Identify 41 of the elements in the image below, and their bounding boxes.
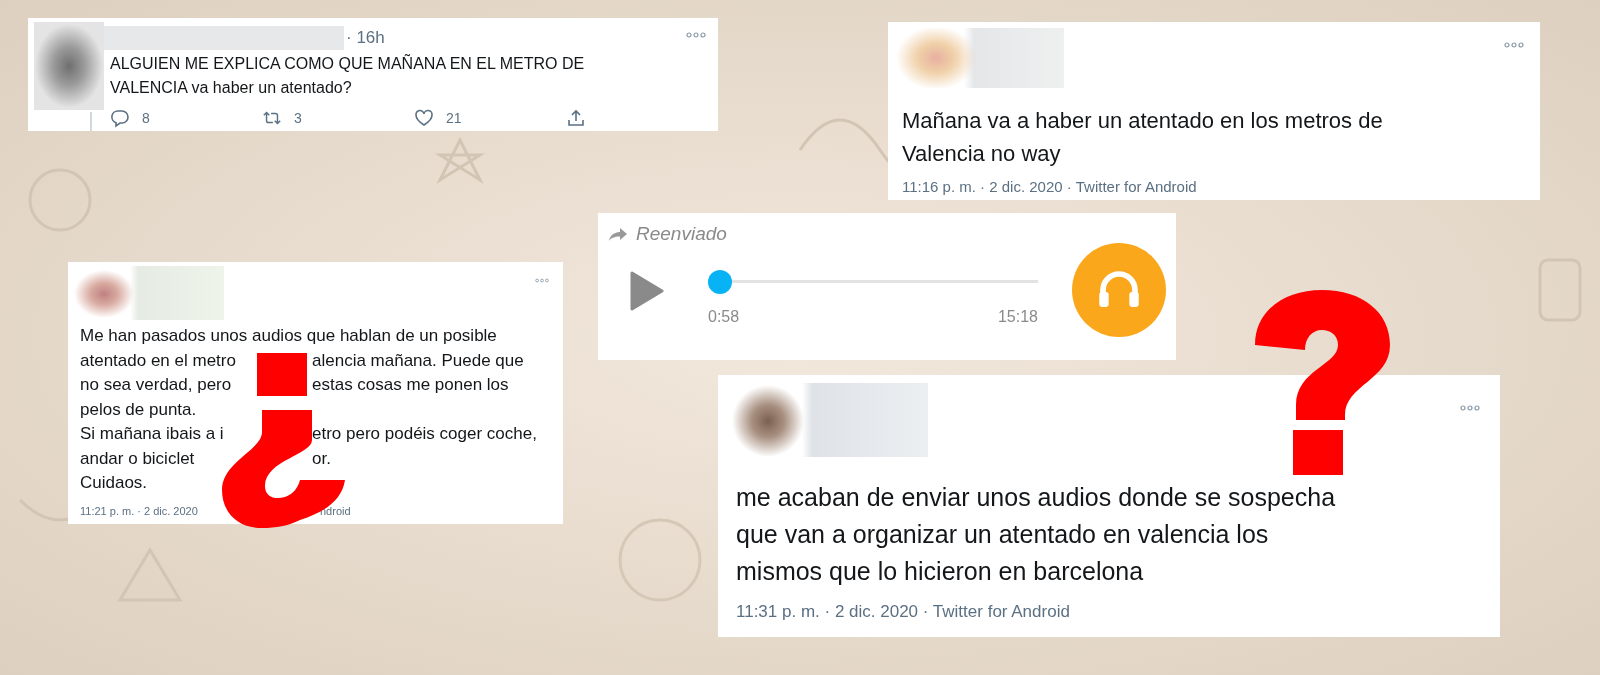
tweet-time: · 16h xyxy=(346,28,385,48)
action-count: 21 xyxy=(446,110,462,126)
tweet-meta: 11:21 p. m. · 2 dic. 2020 xyxy=(80,504,199,517)
forwarded-label: Reenviado xyxy=(636,223,727,245)
headphones-icon xyxy=(1072,243,1166,337)
tweet-text: andar o biciclet xyxy=(80,447,196,470)
elapsed-time: 0:58 xyxy=(708,308,740,326)
tweet-text: Valencia no way xyxy=(902,140,1061,168)
tweet-meta: ndroid xyxy=(320,504,351,517)
action-count: 8 xyxy=(142,110,150,126)
tweet-text: estas cosas me ponen los xyxy=(312,374,509,396)
more-icon[interactable] xyxy=(686,32,706,38)
duration-time: 15:18 xyxy=(997,308,1038,326)
tweet-text: ALGUIEN ME EXPLICA COMO QUE MAÑANA EN EL METRO DE xyxy=(110,53,585,74)
tweet-text: pelos de punta. xyxy=(80,398,197,421)
tweet-text: VALENCIA va haber un atentado? xyxy=(110,78,352,98)
tweet-text: alencia mañana. Puede que xyxy=(312,349,524,372)
tweet-text: etro pero podéis coger coche, xyxy=(312,423,537,445)
tweet-text: mismos que lo hicieron en barcelona xyxy=(736,556,1144,587)
more-icon[interactable] xyxy=(1504,42,1524,48)
more-icon[interactable] xyxy=(1460,405,1480,411)
tweet-text: que van a organizar un atentado en valencia los xyxy=(736,519,1269,550)
action-count: 3 xyxy=(294,110,302,126)
audio-slider[interactable] xyxy=(708,270,1038,294)
tweet-text: Me han pasados unos audios que hablan de un posible xyxy=(80,325,497,347)
slider-thumb[interactable] xyxy=(708,270,732,294)
tweet-text: Mañana va a haber un atentado en los metros de xyxy=(902,107,1383,135)
more-icon[interactable] xyxy=(535,278,549,283)
reply-icon[interactable] xyxy=(110,108,130,128)
tweet-meta: 11:16 p. m. · 2 dic. 2020 · Twitter for Android xyxy=(902,178,1197,195)
share-icon[interactable] xyxy=(566,108,586,128)
tweet-text: me acaban de enviar unos audios donde se sospecha xyxy=(736,482,1336,513)
forward-arrow-icon xyxy=(608,227,628,241)
play-icon[interactable] xyxy=(630,271,664,311)
tweet-text: or. xyxy=(312,447,331,470)
tweet-text: atentado en el metro xyxy=(80,349,237,372)
heart-icon[interactable] xyxy=(414,108,434,128)
tweet-text: Cuidaos. xyxy=(80,472,148,494)
tweet-meta: 11:31 p. m. · 2 dic. 2020 · Twitter for Android xyxy=(736,602,1070,622)
tweet-text: Si mañana ibais a i xyxy=(80,423,225,445)
tweet-text: no sea verdad, pero xyxy=(80,374,233,396)
